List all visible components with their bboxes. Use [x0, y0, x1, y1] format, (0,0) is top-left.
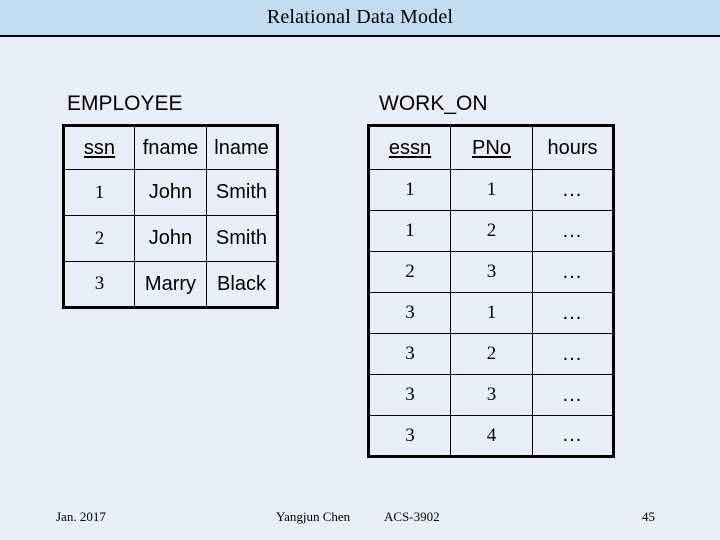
column-header-hours: hours: [532, 125, 614, 170]
cell-lname: Black: [205, 261, 279, 308]
employee-relation-table: ssn fname lname 1 John Smith 2 John Smit…: [62, 124, 279, 309]
cell-essn: 2: [368, 251, 451, 293]
footer-page-number: 45: [642, 509, 655, 524]
table-row: 3 Marry Black: [63, 261, 279, 308]
column-header-lname: lname: [205, 125, 279, 170]
cell-essn: 3: [368, 374, 451, 416]
cell-hours: ...: [532, 169, 614, 211]
column-header-essn: essn: [368, 125, 451, 170]
cell-pno: 1: [450, 169, 533, 211]
column-header-ssn: ssn: [63, 125, 135, 170]
cell-essn: 3: [368, 415, 451, 457]
cell-fname: John: [133, 169, 207, 216]
table-row: 2 3 ...: [368, 251, 614, 293]
column-header-fname: fname: [133, 125, 207, 170]
cell-essn: 3: [368, 292, 451, 334]
employee-relation-caption: EMPLOYEE: [67, 92, 183, 115]
cell-pno: 3: [450, 251, 533, 293]
cell-hours: ...: [532, 292, 614, 334]
table-header-row: essn PNo hours: [368, 125, 614, 170]
footer-course-code: ACS-3902: [384, 509, 440, 524]
workon-relation-table: essn PNo hours 1 1 ... 1 2 ... 2 3 ... 3…: [367, 124, 615, 458]
table-header-row: ssn fname lname: [63, 125, 279, 170]
cell-lname: Smith: [205, 169, 279, 216]
cell-pno: 2: [450, 210, 533, 252]
cell-pno: 4: [450, 415, 533, 457]
cell-pno: 1: [450, 292, 533, 334]
column-header-pno: PNo: [450, 125, 533, 170]
cell-lname: Smith: [205, 215, 279, 262]
cell-essn: 1: [368, 210, 451, 252]
table-row: 2 John Smith: [63, 215, 279, 262]
cell-essn: 3: [368, 333, 451, 375]
cell-ssn: 2: [63, 215, 135, 262]
table-row: 3 3 ...: [368, 374, 614, 416]
page-title: Relational Data Model: [266, 6, 454, 28]
table-row: 1 John Smith: [63, 169, 279, 216]
cell-ssn: 3: [63, 261, 135, 308]
footer-date: Jan. 2017: [56, 509, 106, 524]
table-row: 3 4 ...: [368, 415, 614, 457]
table-row: 1 2 ...: [368, 210, 614, 252]
cell-hours: ...: [532, 415, 614, 457]
cell-hours: ...: [532, 374, 614, 416]
table-row: 1 1 ...: [368, 169, 614, 211]
table-row: 3 1 ...: [368, 292, 614, 334]
cell-pno: 2: [450, 333, 533, 375]
cell-fname: John: [133, 215, 207, 262]
cell-hours: ...: [532, 251, 614, 293]
cell-fname: Marry: [133, 261, 207, 308]
cell-ssn: 1: [63, 169, 135, 216]
cell-pno: 3: [450, 374, 533, 416]
workon-relation-caption: WORK_ON: [379, 92, 488, 115]
cell-hours: ...: [532, 210, 614, 252]
table-row: 3 2 ...: [368, 333, 614, 375]
cell-essn: 1: [368, 169, 451, 211]
cell-hours: ...: [532, 333, 614, 375]
footer-author: Yangjun Chen: [276, 509, 351, 524]
